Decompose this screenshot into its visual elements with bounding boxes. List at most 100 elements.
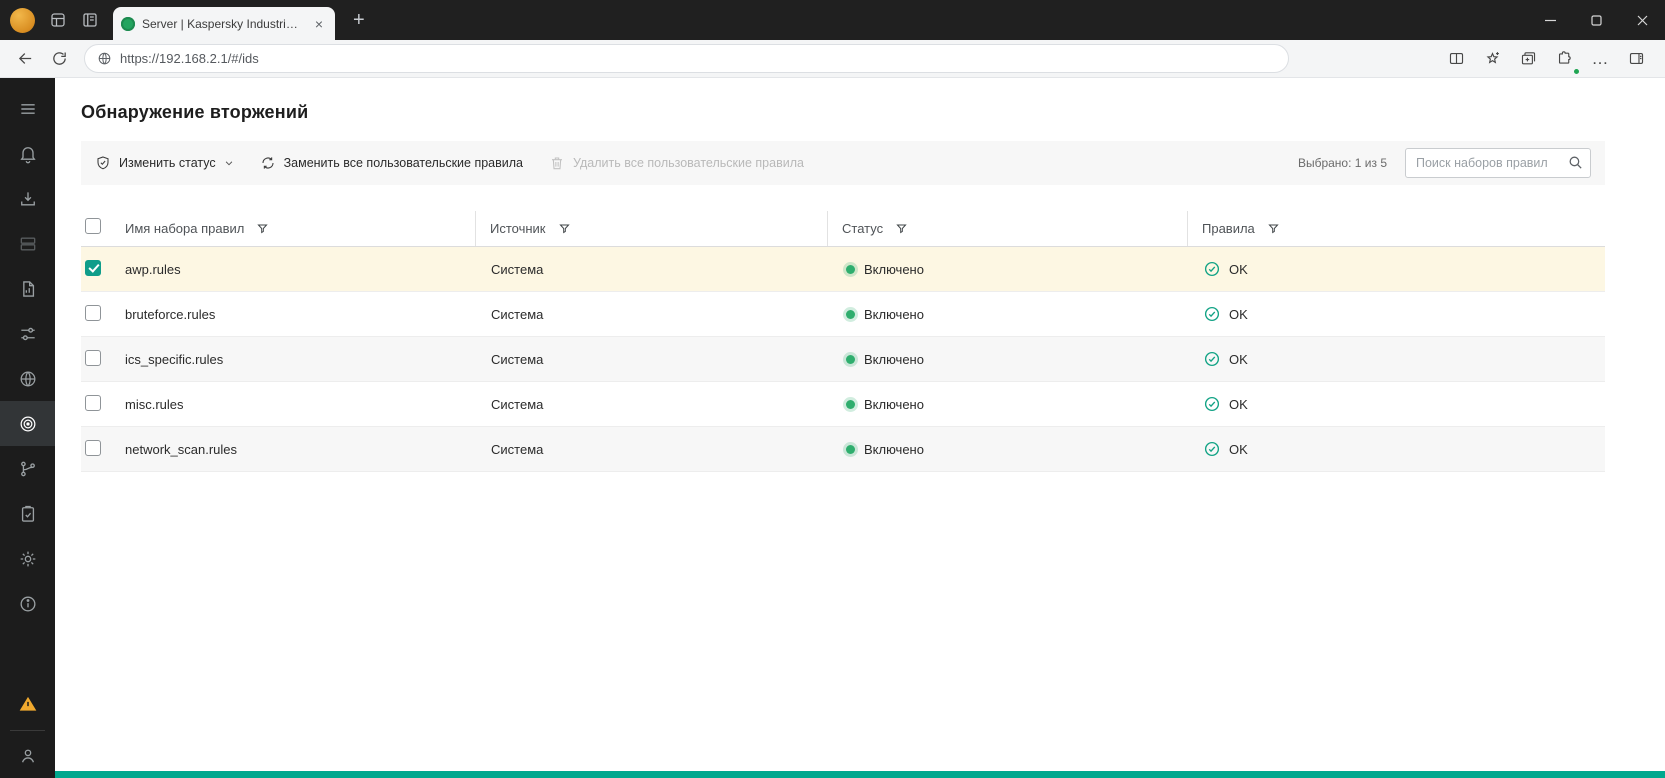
site-globe-icon	[98, 52, 111, 65]
warning-triangle-icon[interactable]	[0, 681, 55, 726]
tab-title: Server | Kaspersky Industrial Cybe	[142, 16, 304, 31]
rules-ok-icon	[1203, 260, 1221, 278]
rules-status-text: OK	[1229, 396, 1248, 412]
browser-tab[interactable]: Server | Kaspersky Industrial Cybe ×	[113, 7, 335, 40]
extension-status-badge	[1573, 67, 1580, 75]
header-source: Источник	[490, 221, 546, 236]
status-enabled-dot	[846, 444, 855, 454]
rules-status-text: OK	[1229, 351, 1248, 367]
header-rules: Правила	[1202, 221, 1255, 236]
replace-rules-button[interactable]: Заменить все пользовательские правила	[260, 155, 523, 171]
notifications-bell-icon[interactable]	[0, 131, 55, 176]
audit-clipboard-icon[interactable]	[0, 491, 55, 536]
collections-icon[interactable]	[1513, 44, 1543, 74]
assets-icon[interactable]	[0, 221, 55, 266]
table-row[interactable]: bruteforce.rules Система Включено OK	[81, 292, 1605, 337]
rules-status-text: OK	[1229, 306, 1248, 322]
rule-set-source: Система	[491, 441, 544, 457]
new-tab-button[interactable]: +	[347, 9, 371, 32]
chevron-down-icon	[225, 161, 232, 166]
action-toolbar: Изменить статус Заменить все пользовател…	[81, 141, 1605, 185]
reports-icon[interactable]	[0, 266, 55, 311]
updates-download-icon[interactable]	[0, 176, 55, 221]
rule-set-name: network_scan.rules	[125, 441, 237, 457]
accent-bottom-bar	[55, 771, 1665, 778]
info-icon[interactable]	[0, 581, 55, 626]
settings-gear-icon[interactable]	[0, 536, 55, 581]
status-text: Включено	[864, 351, 924, 367]
minimize-button[interactable]	[1527, 0, 1573, 40]
rule-set-source: Система	[491, 396, 544, 412]
delete-rules-button[interactable]: Удалить все пользовательские правила	[549, 155, 804, 171]
table-row[interactable]: network_scan.rules Система Включено OK	[81, 427, 1605, 472]
sidebar-divider	[10, 730, 45, 731]
table-row[interactable]: awp.rules Система Включено OK	[81, 247, 1605, 292]
extensions-icon[interactable]	[1549, 44, 1580, 75]
change-status-button[interactable]: Изменить статус	[95, 155, 234, 171]
status-text: Включено	[864, 306, 924, 322]
status-enabled-dot	[846, 399, 855, 409]
status-shield-icon	[97, 156, 109, 170]
network-globe-icon[interactable]	[0, 356, 55, 401]
selected-count: Выбрано: 1 из 5	[1297, 156, 1387, 170]
row-checkbox[interactable]	[85, 349, 101, 366]
filter-status-icon[interactable]	[895, 222, 908, 235]
rule-set-source: Система	[491, 306, 544, 322]
rules-ok-icon	[1203, 395, 1221, 413]
table-row[interactable]: misc.rules Система Включено OK	[81, 382, 1605, 427]
status-text: Включено	[864, 261, 924, 277]
rule-set-source: Система	[491, 351, 544, 367]
rules-ok-icon	[1203, 350, 1221, 368]
row-checkbox[interactable]	[85, 304, 101, 321]
back-icon[interactable]	[10, 44, 40, 74]
refresh-icon[interactable]	[44, 44, 74, 74]
page-title: Обнаружение вторжений	[81, 102, 309, 122]
main-content: Обнаружение вторжений Изменить статус За…	[55, 78, 1665, 777]
profile-avatar[interactable]	[10, 7, 35, 33]
status-enabled-dot	[846, 309, 855, 319]
split-screen-icon[interactable]	[1441, 44, 1471, 74]
rules-ok-icon	[1203, 440, 1221, 458]
filters-tune-icon[interactable]	[0, 311, 55, 356]
header-name: Имя набора правил	[125, 221, 245, 236]
url-text: https://192.168.2.1/#/ids	[120, 51, 259, 66]
status-enabled-dot	[846, 264, 855, 274]
close-window-button[interactable]	[1619, 0, 1665, 40]
status-text: Включено	[864, 396, 924, 412]
address-bar[interactable]: https://192.168.2.1/#/ids	[84, 44, 1289, 73]
table-row[interactable]: ics_specific.rules Система Включено OK	[81, 337, 1605, 382]
filter-name-icon[interactable]	[256, 222, 269, 235]
filter-rules-icon[interactable]	[1267, 222, 1280, 235]
tab-list-icon[interactable]	[81, 11, 99, 29]
rules-status-text: OK	[1229, 441, 1248, 457]
search-input[interactable]	[1405, 148, 1591, 178]
table-header: Имя набора правил Источник Статус Правил…	[81, 211, 1605, 247]
sidebar-item-intrusion-detection[interactable]	[0, 401, 55, 446]
rules-ok-icon	[1203, 305, 1221, 323]
delete-rules-label: Удалить все пользовательские правила	[573, 156, 804, 170]
browser-titlebar: Server | Kaspersky Industrial Cybe × +	[0, 0, 1665, 40]
status-text: Включено	[864, 441, 924, 457]
process-branch-icon[interactable]	[0, 446, 55, 491]
sidebar-toggle-icon[interactable]	[1621, 44, 1651, 74]
replace-rules-label: Заменить все пользовательские правила	[283, 156, 523, 170]
row-checkbox[interactable]	[85, 394, 101, 411]
rule-set-name: misc.rules	[125, 396, 184, 412]
rule-set-name: awp.rules	[125, 261, 181, 277]
maximize-button[interactable]	[1573, 0, 1619, 40]
favorites-star-icon[interactable]	[1477, 44, 1507, 74]
row-checkbox[interactable]	[85, 439, 101, 456]
more-menu-icon[interactable]: …	[1585, 44, 1615, 74]
menu-icon[interactable]	[0, 86, 55, 131]
change-status-label: Изменить статус	[119, 156, 216, 170]
search-icon[interactable]	[1567, 154, 1584, 171]
row-checkbox[interactable]	[85, 259, 101, 276]
select-all-checkbox[interactable]	[85, 218, 101, 234]
filter-source-icon[interactable]	[558, 222, 571, 235]
workspaces-icon[interactable]	[49, 11, 67, 29]
rule-set-name: ics_specific.rules	[125, 351, 224, 367]
browser-nav-toolbar: https://192.168.2.1/#/ids …	[0, 40, 1665, 78]
kaspersky-favicon	[121, 16, 135, 31]
trash-icon	[552, 157, 562, 170]
tab-close-icon[interactable]: ×	[311, 15, 327, 33]
